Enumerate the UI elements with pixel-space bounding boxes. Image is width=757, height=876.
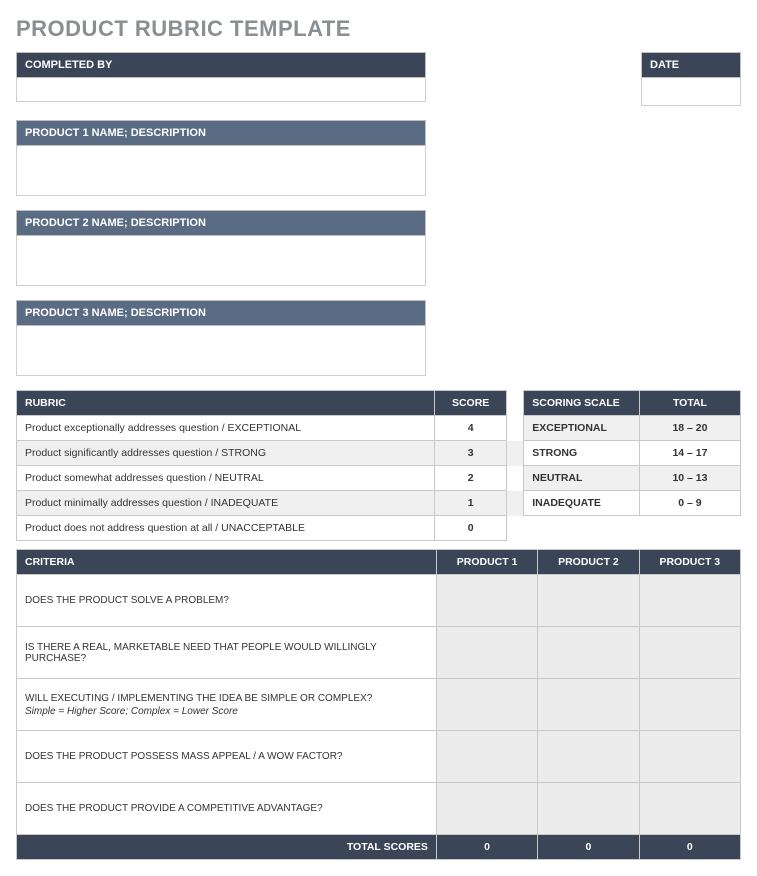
rubric-header-score: SCORE — [434, 391, 506, 416]
criteria-header-row: CRITERIA PRODUCT 1 PRODUCT 2 PRODUCT 3 — [17, 550, 741, 575]
rubric-scale: STRONG — [524, 441, 640, 466]
rubric-row: Product does not address question at all… — [17, 516, 741, 541]
criteria-score-p2[interactable] — [538, 783, 639, 835]
criteria-score-p3[interactable] — [639, 575, 740, 627]
rubric-scale: INADEQUATE — [524, 491, 640, 516]
product-3-block: PRODUCT 3 NAME; DESCRIPTION — [16, 300, 426, 376]
criteria-score-p2[interactable] — [538, 679, 639, 731]
total-score-p2: 0 — [538, 835, 639, 860]
criteria-text: WILL EXECUTING / IMPLEMENTING THE IDEA B… — [17, 679, 437, 731]
rubric-header-row: RUBRIC SCORE SCORING SCALE TOTAL — [17, 391, 741, 416]
total-score-p3: 0 — [639, 835, 740, 860]
rubric-row: Product exceptionally addresses question… — [17, 416, 741, 441]
product-1-input[interactable] — [16, 146, 426, 196]
criteria-row: DOES THE PRODUCT PROVIDE A COMPETITIVE A… — [17, 783, 741, 835]
total-scores-row: TOTAL SCORES 0 0 0 — [17, 835, 741, 860]
completed-by-block: COMPLETED BY — [16, 52, 426, 106]
product-1-block: PRODUCT 1 NAME; DESCRIPTION — [16, 120, 426, 196]
rubric-row: Product significantly addresses question… — [17, 441, 741, 466]
date-block: DATE — [641, 52, 741, 106]
criteria-header-criteria: CRITERIA — [17, 550, 437, 575]
rubric-score: 0 — [434, 516, 506, 541]
criteria-score-p2[interactable] — [538, 575, 639, 627]
rubric-score: 3 — [434, 441, 506, 466]
rubric-total: 10 – 13 — [639, 466, 740, 491]
criteria-text: DOES THE PRODUCT SOLVE A PROBLEM? — [17, 575, 437, 627]
criteria-score-p2[interactable] — [538, 627, 639, 679]
rubric-row: Product minimally addresses question / I… — [17, 491, 741, 516]
rubric-desc: Product somewhat addresses question / NE… — [17, 466, 435, 491]
criteria-score-p1[interactable] — [436, 679, 537, 731]
product-2-label: PRODUCT 2 NAME; DESCRIPTION — [16, 210, 426, 236]
rubric-desc: Product does not address question at all… — [17, 516, 435, 541]
rubric-header-scale: SCORING SCALE — [524, 391, 640, 416]
criteria-text: DOES THE PRODUCT PROVIDE A COMPETITIVE A… — [17, 783, 437, 835]
rubric-total: 14 – 17 — [639, 441, 740, 466]
product-2-block: PRODUCT 2 NAME; DESCRIPTION — [16, 210, 426, 286]
rubric-score: 2 — [434, 466, 506, 491]
criteria-score-p1[interactable] — [436, 575, 537, 627]
rubric-desc: Product significantly addresses question… — [17, 441, 435, 466]
criteria-score-p3[interactable] — [639, 679, 740, 731]
rubric-header-rubric: RUBRIC — [17, 391, 435, 416]
rubric-score: 4 — [434, 416, 506, 441]
criteria-text: IS THERE A REAL, MARKETABLE NEED THAT PE… — [17, 627, 437, 679]
rubric-desc: Product exceptionally addresses question… — [17, 416, 435, 441]
criteria-score-p1[interactable] — [436, 783, 537, 835]
product-3-label: PRODUCT 3 NAME; DESCRIPTION — [16, 300, 426, 326]
criteria-score-p3[interactable] — [639, 627, 740, 679]
rubric-header-gap — [507, 391, 524, 416]
rubric-scale: NEUTRAL — [524, 466, 640, 491]
rubric-total: 0 – 9 — [639, 491, 740, 516]
rubric-desc: Product minimally addresses question / I… — [17, 491, 435, 516]
criteria-header-p2: PRODUCT 2 — [538, 550, 639, 575]
criteria-score-p1[interactable] — [436, 627, 537, 679]
rubric-row: Product somewhat addresses question / NE… — [17, 466, 741, 491]
rubric-total: 18 – 20 — [639, 416, 740, 441]
product-3-input[interactable] — [16, 326, 426, 376]
product-1-label: PRODUCT 1 NAME; DESCRIPTION — [16, 120, 426, 146]
rubric-score: 1 — [434, 491, 506, 516]
rubric-header-total: TOTAL — [639, 391, 740, 416]
criteria-row: DOES THE PRODUCT SOLVE A PROBLEM? — [17, 575, 741, 627]
criteria-score-p1[interactable] — [436, 731, 537, 783]
criteria-row: DOES THE PRODUCT POSSESS MASS APPEAL / A… — [17, 731, 741, 783]
criteria-row: IS THERE A REAL, MARKETABLE NEED THAT PE… — [17, 627, 741, 679]
criteria-header-p3: PRODUCT 3 — [639, 550, 740, 575]
completed-by-label: COMPLETED BY — [16, 52, 426, 78]
criteria-table: CRITERIA PRODUCT 1 PRODUCT 2 PRODUCT 3 D… — [16, 549, 741, 860]
header-row: COMPLETED BY DATE — [16, 52, 741, 106]
product-2-input[interactable] — [16, 236, 426, 286]
criteria-header-p1: PRODUCT 1 — [436, 550, 537, 575]
criteria-text: DOES THE PRODUCT POSSESS MASS APPEAL / A… — [17, 731, 437, 783]
completed-by-input[interactable] — [16, 78, 426, 102]
date-label: DATE — [641, 52, 741, 78]
criteria-score-p3[interactable] — [639, 731, 740, 783]
date-input[interactable] — [641, 78, 741, 106]
criteria-score-p3[interactable] — [639, 783, 740, 835]
rubric-table: RUBRIC SCORE SCORING SCALE TOTAL Product… — [16, 390, 741, 541]
page-title: PRODUCT RUBRIC TEMPLATE — [16, 16, 741, 42]
total-scores-label: TOTAL SCORES — [17, 835, 437, 860]
criteria-score-p2[interactable] — [538, 731, 639, 783]
rubric-scale: EXCEPTIONAL — [524, 416, 640, 441]
total-score-p1: 0 — [436, 835, 537, 860]
criteria-row: WILL EXECUTING / IMPLEMENTING THE IDEA B… — [17, 679, 741, 731]
